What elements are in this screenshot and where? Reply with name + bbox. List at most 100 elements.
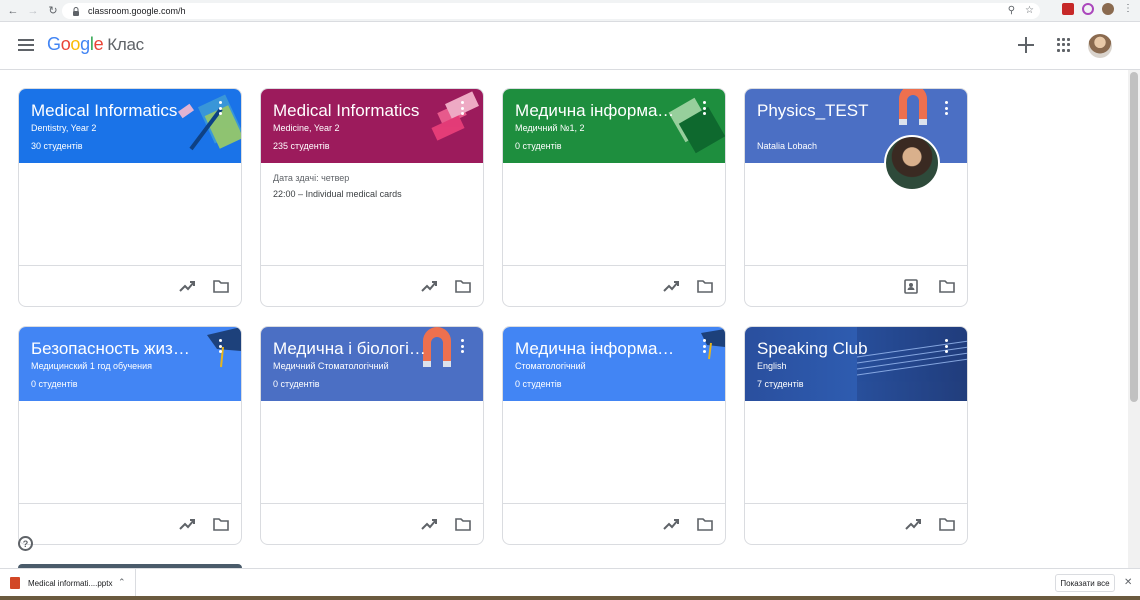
- card-footer: [261, 265, 483, 306]
- class-card: Medical Informatics Dentistry, Year 2 30…: [18, 88, 242, 307]
- teacher-avatar: [884, 135, 940, 191]
- class-card: Medical Informatics Medicine, Year 2 235…: [260, 88, 484, 307]
- download-item[interactable]: Medical informati....pptx ⌃: [0, 569, 136, 597]
- class-card-banner[interactable]: Безопасность жизн… Медицинский 1 год обу…: [19, 327, 241, 401]
- folder-icon[interactable]: [939, 517, 955, 531]
- profile-avatar-icon[interactable]: [1102, 3, 1114, 15]
- trending-up-icon[interactable]: [663, 279, 679, 293]
- apps-grid-icon[interactable]: [1057, 38, 1071, 52]
- more-options-icon[interactable]: [459, 101, 465, 115]
- close-icon[interactable]: ✕: [1124, 577, 1132, 588]
- class-card: Безопасность жизн… Медицинский 1 год обу…: [18, 326, 242, 545]
- folder-icon[interactable]: [697, 517, 713, 531]
- address-bar[interactable]: classroom.google.com/h ⚲ ☆: [62, 3, 1040, 19]
- folder-icon[interactable]: [455, 279, 471, 293]
- class-title[interactable]: Медична і біологічн…: [273, 339, 433, 359]
- card-footer: [19, 503, 241, 544]
- assignment-link[interactable]: 22:00 – Individual medical cards: [273, 189, 402, 199]
- trending-up-icon[interactable]: [905, 517, 921, 531]
- class-title[interactable]: Medical Informatics: [31, 101, 191, 121]
- class-section: Dentistry, Year 2: [31, 123, 97, 133]
- student-count: 0 студентів: [515, 379, 562, 389]
- browser-menu-icon[interactable]: ⋮: [1122, 3, 1134, 15]
- help-icon[interactable]: ?: [18, 536, 33, 551]
- student-count: 0 студентів: [515, 141, 562, 151]
- more-options-icon[interactable]: [701, 101, 707, 115]
- google-classroom-logo[interactable]: Google Клас: [47, 34, 144, 55]
- chevron-up-icon[interactable]: ⌃: [118, 577, 126, 588]
- student-count: 7 студентів: [757, 379, 804, 389]
- more-options-icon[interactable]: [217, 339, 223, 353]
- class-card: Медична і біологічн… Медичний Стоматолог…: [260, 326, 484, 545]
- class-card-banner[interactable]: Speaking Club English 7 студентів: [745, 327, 967, 401]
- trending-up-icon[interactable]: [179, 279, 195, 293]
- class-card-banner[interactable]: Medical Informatics Medicine, Year 2 235…: [261, 89, 483, 163]
- trending-up-icon[interactable]: [663, 517, 679, 531]
- folder-icon[interactable]: [939, 279, 955, 293]
- class-section: English: [757, 361, 787, 371]
- scrollbar[interactable]: [1128, 70, 1140, 568]
- show-all-button[interactable]: Показати все: [1055, 574, 1115, 592]
- due-date-text: Дата здачі: четвер: [273, 173, 350, 183]
- class-section: Медичний Стоматологічний: [273, 361, 389, 371]
- add-class-icon[interactable]: [1016, 35, 1036, 55]
- more-options-icon[interactable]: [943, 101, 949, 115]
- trending-up-icon[interactable]: [179, 517, 195, 531]
- lock-icon: [73, 6, 79, 16]
- zoom-icon[interactable]: ⚲: [1008, 5, 1015, 16]
- folder-icon[interactable]: [213, 279, 229, 293]
- card-footer: [503, 265, 725, 306]
- scrollbar-thumb[interactable]: [1130, 72, 1138, 402]
- student-count: 0 студентів: [273, 379, 320, 389]
- class-card-banner[interactable]: Medical Informatics Dentistry, Year 2 30…: [19, 89, 241, 163]
- gradebook-icon[interactable]: [903, 278, 919, 294]
- star-icon[interactable]: ☆: [1025, 5, 1034, 16]
- reload-icon[interactable]: ↻: [46, 4, 60, 18]
- class-card-banner[interactable]: Медична інформати… Стоматологічний 0 сту…: [503, 327, 725, 401]
- class-section: Медичний №1, 2: [515, 123, 585, 133]
- more-options-icon[interactable]: [701, 339, 707, 353]
- teacher-name: Natalia Lobach: [757, 141, 818, 151]
- class-card: Speaking Club English 7 студентів: [744, 326, 968, 545]
- card-footer: [503, 503, 725, 544]
- card-footer: [745, 265, 967, 306]
- upcoming-work[interactable]: Дата здачі: четвер 22:00 – Individual me…: [273, 173, 402, 199]
- folder-icon[interactable]: [213, 517, 229, 531]
- trending-up-icon[interactable]: [421, 517, 437, 531]
- folder-icon[interactable]: [455, 517, 471, 531]
- account-avatar[interactable]: [1088, 34, 1112, 58]
- extension-icon[interactable]: [1082, 3, 1094, 15]
- class-card: Медична інформати… Медичний №1, 2 0 студ…: [502, 88, 726, 307]
- class-card: Physics_TEST Natalia Lobach: [744, 88, 968, 307]
- class-title[interactable]: Speaking Club: [757, 339, 917, 359]
- student-count: 235 студентів: [273, 141, 330, 151]
- more-options-icon[interactable]: [943, 339, 949, 353]
- menu-icon[interactable]: [18, 39, 34, 51]
- student-count: 0 студентів: [31, 379, 78, 389]
- extension-icon[interactable]: [1062, 3, 1074, 15]
- pptx-file-icon: [10, 577, 20, 589]
- card-footer: [745, 503, 967, 544]
- more-options-icon[interactable]: [459, 339, 465, 353]
- class-title[interactable]: Медична інформати…: [515, 339, 675, 359]
- student-count: 30 студентів: [31, 141, 83, 151]
- class-card-banner[interactable]: Медична і біологічн… Медичний Стоматолог…: [261, 327, 483, 401]
- product-name: Клас: [107, 35, 144, 54]
- trending-up-icon[interactable]: [421, 279, 437, 293]
- arrow-right-icon[interactable]: →: [26, 4, 40, 18]
- arrow-left-icon[interactable]: ←: [6, 4, 20, 18]
- class-title[interactable]: Physics_TEST: [757, 101, 917, 121]
- more-options-icon[interactable]: [217, 101, 223, 115]
- class-card-banner[interactable]: Медична інформати… Медичний №1, 2 0 студ…: [503, 89, 725, 163]
- download-file-name: Medical informati....pptx: [28, 578, 113, 588]
- url-text: classroom.google.com/h: [88, 6, 186, 16]
- app-header: Google Клас: [0, 22, 1140, 70]
- browser-toolbar: ← → ↻ classroom.google.com/h ⚲ ☆ ⋮: [0, 0, 1140, 22]
- class-title[interactable]: Medical Informatics: [273, 101, 433, 121]
- class-title[interactable]: Безопасность жизн…: [31, 339, 191, 359]
- card-footer: [19, 265, 241, 306]
- class-section: Медицинский 1 год обучения: [31, 361, 153, 371]
- class-title[interactable]: Медична інформати…: [515, 101, 675, 121]
- folder-icon[interactable]: [697, 279, 713, 293]
- taskbar-edge: [0, 596, 1140, 600]
